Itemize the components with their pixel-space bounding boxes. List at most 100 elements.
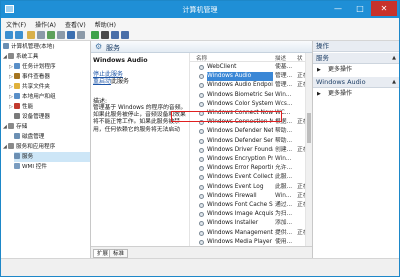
service-icon	[199, 74, 204, 80]
stop-service-link[interactable]: 停止此服务	[93, 71, 123, 78]
tree-item-storage[interactable]: ◢ 存储	[3, 122, 27, 132]
service-row[interactable]: Windows Installer 添加...	[190, 219, 306, 228]
column-status[interactable]: 状	[297, 54, 303, 62]
service-name: Windows Installer	[207, 220, 259, 227]
vertical-scrollbar[interactable]	[305, 53, 312, 246]
menu-view[interactable]: 查看(V)	[60, 18, 90, 29]
users-icon	[14, 93, 20, 99]
submenu-arrow-icon: ▶	[317, 91, 321, 97]
tree-item-system-tools[interactable]: ◢ 系统工具	[3, 52, 38, 62]
service-description: 使用...	[275, 238, 293, 245]
more-actions-item[interactable]: ▶ 更多操作	[313, 89, 399, 99]
service-icon	[199, 203, 204, 208]
service-row[interactable]: Windows Event Log此服...正在	[190, 183, 307, 192]
service-row[interactable]: Windows Font Cache Ser...通过...正在	[190, 201, 307, 210]
back-icon[interactable]	[5, 31, 13, 39]
service-name: Windows Event Log	[207, 183, 264, 190]
up-icon[interactable]	[27, 31, 35, 39]
column-name[interactable]: 名称	[196, 54, 207, 62]
tree-item-performance[interactable]: ▷ 性能	[9, 102, 33, 112]
tree-item-device-manager[interactable]: 设备管理器	[14, 112, 50, 122]
service-name: Windows Biometric Servi...	[207, 91, 273, 98]
menu-file[interactable]: 文件(F)	[1, 18, 30, 29]
service-row[interactable]: Windows Audio Endpoint...管理...正在	[190, 81, 307, 90]
stop-icon[interactable]	[101, 31, 109, 39]
service-description: 提供...	[275, 229, 293, 236]
service-description: 此服...	[275, 174, 293, 181]
close-button[interactable]: ✕	[371, 1, 397, 16]
collapse-arrow-icon[interactable]: ▲	[392, 77, 396, 88]
selected-service-name: Windows Audio	[93, 57, 148, 64]
tree-item-local-users[interactable]: ▷ 本地用户和组	[9, 92, 56, 102]
restart-service-link[interactable]: 重启动	[93, 78, 111, 85]
tree-item-shared-folders[interactable]: ▷ 共享文件夹	[9, 82, 50, 92]
service-row[interactable]: Windows Defender Service帮助...	[190, 137, 306, 146]
column-headers: 名称 描述 状	[190, 53, 312, 62]
service-row[interactable]: WebClient 使基...	[190, 63, 306, 72]
tree-item-computer-management[interactable]: 计算机管理(本地)	[3, 42, 55, 52]
view-icon[interactable]	[77, 31, 85, 39]
maximize-button[interactable]: □	[349, 1, 371, 16]
service-name: Windows Firewall	[207, 192, 257, 199]
service-icon	[199, 193, 204, 199]
collapse-arrow-icon[interactable]: ▲	[392, 53, 396, 64]
service-row[interactable]: Windows Audio管理...正在	[190, 72, 307, 82]
service-description: Wcs...	[275, 100, 293, 107]
service-name: Windows Media Player N...	[207, 238, 273, 245]
services-list: 名称 描述 状 WebClient 使基... Windows Audio 管理...…	[189, 53, 312, 246]
minimize-button[interactable]: —	[327, 1, 349, 16]
restart-service-suffix: 此服务	[111, 78, 130, 85]
actions-section-services[interactable]: 服务 ▲	[313, 53, 399, 64]
service-row[interactable]: Windows Driver Foundati...创建...正在	[190, 146, 307, 155]
storage-icon	[8, 123, 14, 129]
service-row[interactable]: Windows Biometric Servi...Win...	[190, 91, 306, 100]
tree-item-event-viewer[interactable]: ▷ 事件查看器	[9, 72, 50, 82]
services-apps-icon	[8, 143, 14, 149]
service-row[interactable]: Windows Color System Wcs...	[190, 100, 306, 109]
tree-item-services-and-apps[interactable]: ◢ 服务和应用程序	[3, 142, 55, 152]
service-icon	[199, 212, 204, 218]
refresh-icon[interactable]	[47, 31, 55, 39]
device-icon	[14, 113, 20, 119]
scrollbar-thumb[interactable]	[307, 113, 311, 143]
clock-icon	[14, 63, 20, 69]
actions-section-windows-audio[interactable]: Windows Audio ▲	[313, 77, 399, 88]
export-icon[interactable]	[57, 31, 65, 39]
service-row[interactable]: Windows Encryption Pro...Win...	[190, 155, 306, 164]
restart-icon[interactable]	[121, 31, 129, 39]
service-row[interactable]: Windows Management I...提供...正在	[190, 229, 307, 238]
computer-icon	[3, 43, 9, 49]
properties-icon[interactable]	[37, 31, 45, 39]
service-row[interactable]: Windows FirewallWin...正在	[190, 192, 307, 201]
submenu-arrow-icon: ▶	[317, 67, 321, 73]
service-row[interactable]: Windows Error Reportin...允许...	[190, 164, 306, 173]
tab-standard[interactable]: 标准	[109, 249, 129, 258]
forward-icon[interactable]	[15, 31, 23, 39]
more-actions-item[interactable]: ▶ 更多操作	[313, 65, 399, 75]
toolbar	[1, 29, 399, 41]
service-icon	[199, 129, 204, 135]
service-description: 通过...	[275, 202, 293, 208]
play-icon[interactable]	[91, 31, 99, 39]
help-icon[interactable]	[67, 31, 75, 39]
service-icon	[199, 92, 204, 98]
tree-item-disk-management[interactable]: 磁盘管理	[14, 132, 44, 142]
view-tabs: 扩展 标准	[91, 246, 312, 258]
menu-help[interactable]: 帮助(H)	[90, 18, 120, 29]
tree-item-services[interactable]: 服务	[14, 152, 90, 162]
menu-action[interactable]: 操作(A)	[30, 18, 60, 29]
service-icon	[199, 138, 204, 144]
wmi-icon	[14, 163, 20, 169]
title-bar[interactable]: 计算机管理 — □ ✕	[1, 1, 399, 18]
services-header-title: 服务	[106, 44, 120, 52]
service-row[interactable]: Windows Media Player N...使用...	[190, 238, 306, 246]
pause-icon[interactable]	[111, 31, 119, 39]
service-row[interactable]: Windows Event Collector 此服...	[190, 173, 306, 182]
service-icon	[199, 166, 204, 172]
column-description[interactable]: 描述	[275, 54, 286, 62]
tree-item-task-scheduler[interactable]: ▷ 任务计划程序	[9, 62, 56, 72]
tree-item-wmi-control[interactable]: WMI 控件	[14, 162, 47, 172]
service-row[interactable]: Windows Defender Netw...帮助...	[190, 127, 306, 136]
service-row[interactable]: Windows Image Acquisiti...为扫...	[190, 210, 306, 219]
service-description: 允许...	[275, 165, 293, 172]
